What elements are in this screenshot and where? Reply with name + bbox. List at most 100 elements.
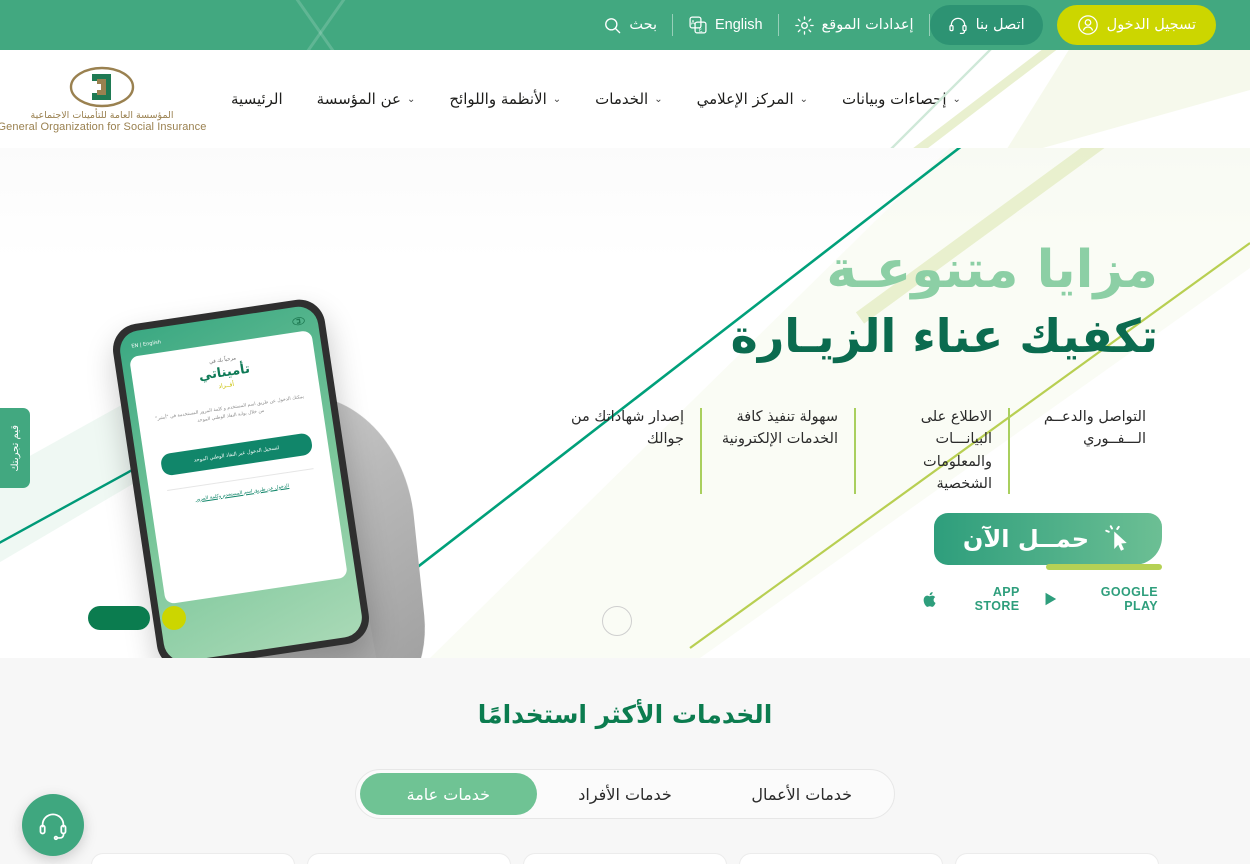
- tab-label: خدمات عامة: [406, 784, 491, 804]
- service-card[interactable]: [739, 853, 943, 864]
- language-switch-button[interactable]: A ع English: [673, 0, 778, 50]
- feature-divider: [1008, 408, 1010, 494]
- topbar-diagonal-accent-2: [280, 0, 399, 50]
- support-chat-button[interactable]: [22, 794, 84, 856]
- phone-description: يمكنك الدخول عن طريق اسم المستخدم و كلمة…: [155, 394, 305, 424]
- nav-items: الرئيسية عن المؤسسة ⌄ الأنظمة واللوائح ⌄…: [214, 90, 978, 108]
- decorative-circle: [602, 606, 632, 636]
- services-tabs: خدمات عامة خدمات الأفراد خدمات الأعمال: [355, 769, 895, 819]
- rate-experience-label: قيم تجربتك: [9, 424, 21, 472]
- tab-label: خدمات الأفراد: [578, 784, 672, 804]
- carousel-indicators: [88, 606, 186, 630]
- logo-name-en: General Organization for Social Insuranc…: [0, 121, 207, 133]
- nav-item-label: الخدمات: [595, 90, 649, 108]
- login-button[interactable]: تسجيل الدخول: [1056, 5, 1216, 45]
- topbar-actions: بحث A ع English إعدادات الموقع اتصل بنا …: [588, 0, 1232, 50]
- nav-item-statistics[interactable]: إحصاءات وبيانات ⌄: [825, 90, 978, 108]
- topbar-diagonal-accent: [242, 0, 361, 50]
- download-now-label: حمــل الآن: [962, 525, 1090, 553]
- topbar-divider-1: [671, 14, 673, 36]
- service-card[interactable]: [955, 853, 1159, 864]
- service-card[interactable]: [91, 853, 295, 864]
- play-triangle-icon: [1042, 590, 1059, 608]
- chevron-down-icon: ⌄: [552, 93, 562, 105]
- carousel-dot-active[interactable]: [88, 606, 150, 630]
- chevron-down-icon: ⌄: [654, 93, 663, 105]
- download-underline-accent: [1046, 564, 1162, 570]
- site-settings-label: إعدادات الموقع: [821, 17, 914, 33]
- phone-screen: تسجيل EN | English مرحباً بك في تأميناتي…: [117, 304, 365, 658]
- topbar-divider-3: [928, 14, 930, 36]
- rate-experience-tab[interactable]: قيم تجربتك: [0, 408, 30, 488]
- language-label: English: [714, 17, 763, 33]
- headset-icon: [37, 809, 69, 841]
- svg-text:A: A: [691, 21, 695, 27]
- tab-business-services[interactable]: خدمات الأعمال: [713, 773, 890, 815]
- phone-device: تسجيل EN | English مرحباً بك في تأميناتي…: [109, 296, 373, 658]
- feature-divider: [854, 408, 856, 494]
- phone-username-login-link[interactable]: الدخول عن طريق اسم المستخدم وكلمة المرور: [161, 477, 324, 510]
- app-store-label: APP STORE: [974, 585, 1020, 613]
- logo-name-ar: المؤسسة العامة للتأمينات الاجتماعية: [30, 110, 174, 121]
- hero-headline-bottom: تكفيك عناء الزيـارة: [730, 308, 1159, 363]
- nav-item-label: الأنظمة واللوائح: [449, 90, 547, 108]
- app-store-link[interactable]: APP STORE: [922, 585, 1020, 613]
- nav-item-regulations[interactable]: الأنظمة واللوائح ⌄: [432, 90, 578, 108]
- search-label: بحث: [629, 17, 657, 33]
- login-label: تسجيل الدخول: [1106, 17, 1196, 33]
- service-cards: [0, 853, 1250, 864]
- nav-item-services[interactable]: الخدمات ⌄: [578, 90, 679, 108]
- phone-login-card: مرحباً بك في تأميناتي أفــراد يمكنك الدخ…: [129, 329, 348, 605]
- carousel-dot-inactive[interactable]: [162, 606, 186, 630]
- nav-item-label: إحصاءات وبيانات: [842, 90, 947, 108]
- most-used-services-section: الخدمات الأكثر استخدامًا خدمات عامة خدما…: [0, 658, 1250, 864]
- download-block: حمــل الآن APP STORE GOOGLE PLAY: [922, 513, 1162, 613]
- tab-general-services[interactable]: خدمات عامة: [360, 773, 537, 815]
- hero-feature-item: الاطلاع على البيانـــات والمعلومات الشخص…: [920, 409, 992, 493]
- service-card[interactable]: [523, 853, 727, 864]
- topbar-divider-2: [777, 14, 779, 36]
- hero-headline-block: مزايا متنوعـة تكفيك عناء الزيـارة: [678, 240, 1159, 363]
- chevron-down-icon: ⌄: [406, 93, 416, 105]
- gosi-emblem-icon: [65, 65, 139, 109]
- search-button[interactable]: بحث: [588, 0, 672, 50]
- main-navigation: المؤسسة العامة للتأمينات الاجتماعية Gene…: [0, 50, 1250, 148]
- google-play-link[interactable]: GOOGLE PLAY: [1042, 585, 1159, 613]
- nav-item-label: المركز الإعلامي: [696, 90, 794, 108]
- top-bar: بحث A ع English إعدادات الموقع اتصل بنا …: [0, 0, 1250, 50]
- user-circle-icon: [1077, 14, 1099, 36]
- store-links: APP STORE GOOGLE PLAY: [922, 585, 1162, 613]
- contact-us-label: اتصل بنا: [975, 17, 1025, 33]
- download-now-button[interactable]: حمــل الآن: [934, 513, 1162, 570]
- chevron-down-icon: ⌄: [952, 93, 961, 105]
- services-title: الخدمات الأكثر استخدامًا: [477, 700, 773, 729]
- phone-mockup: تسجيل EN | English مرحباً بك في تأميناتي…: [40, 228, 460, 658]
- phone-side-text: تسجيل: [118, 381, 126, 394]
- google-play-label: GOOGLE PLAY: [1100, 585, 1158, 613]
- nav-item-home[interactable]: الرئيسية: [214, 90, 300, 108]
- nav-item-about[interactable]: عن المؤسسة ⌄: [300, 90, 433, 108]
- svg-text:ع: ع: [699, 26, 703, 32]
- phone-lang-toggle[interactable]: EN | English: [131, 339, 161, 349]
- hero-feature-item: سهولة تنفيذ كافة الخدمات الإلكترونية: [721, 409, 838, 448]
- cursor-click-icon: [1103, 524, 1133, 554]
- phone-logo-icon: [291, 316, 306, 327]
- contact-us-button[interactable]: اتصل بنا: [929, 5, 1043, 45]
- hero-headline-top: مزايا متنوعـة: [826, 240, 1158, 300]
- tab-individual-services[interactable]: خدمات الأفراد: [537, 773, 714, 815]
- hero-feature-item: التواصل والدعــم الـــفــوري: [1043, 409, 1146, 448]
- hero-banner: تسجيل EN | English مرحباً بك في تأميناتي…: [0, 148, 1250, 658]
- gear-icon: [794, 15, 815, 36]
- hero-features: إصدار شهاداتك من جوالك سهولة تنفيذ كافة …: [548, 406, 1162, 496]
- tab-label: خدمات الأعمال: [751, 784, 853, 804]
- nav-item-label: عن المؤسسة: [316, 90, 401, 108]
- site-settings-button[interactable]: إعدادات الموقع: [779, 0, 929, 50]
- magnifier-icon: [603, 16, 622, 35]
- phone-nafath-login-button[interactable]: لتسجيل الدخول عبر النفاذ الوطني الموحد: [159, 431, 314, 476]
- nav-item-media-center[interactable]: المركز الإعلامي ⌄: [680, 90, 825, 108]
- feature-divider: [700, 408, 702, 494]
- translate-icon: A ع: [688, 15, 708, 35]
- nav-item-label: الرئيسية: [231, 90, 283, 108]
- service-card[interactable]: [307, 853, 511, 864]
- gosi-logo[interactable]: المؤسسة العامة للتأمينات الاجتماعية Gene…: [0, 65, 206, 133]
